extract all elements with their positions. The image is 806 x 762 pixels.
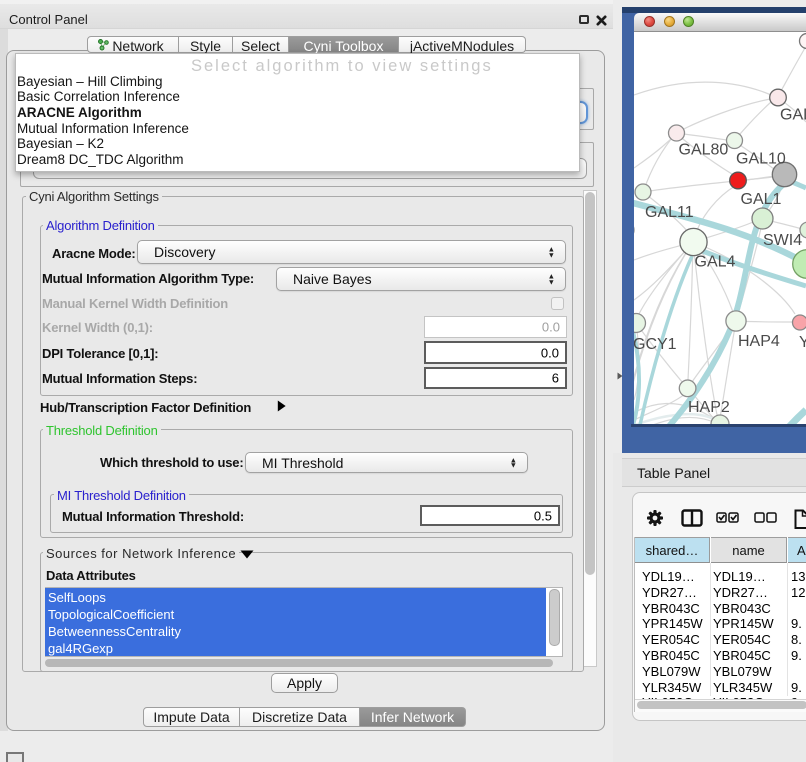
svg-text:GAL7: GAL7 (780, 107, 806, 124)
svg-text:HAP2: HAP2 (688, 399, 730, 416)
svg-text:SWI4: SWI4 (763, 232, 802, 249)
svg-text:GAL1: GAL1 (741, 191, 782, 208)
svg-text:GAL10: GAL10 (736, 151, 786, 168)
svg-text:GCY1: GCY1 (634, 336, 677, 353)
svg-text:Y: Y (799, 334, 806, 351)
svg-text:HAP4: HAP4 (738, 333, 780, 350)
svg-text:GAL4: GAL4 (695, 254, 736, 271)
svg-text:GAL80: GAL80 (679, 142, 729, 159)
svg-text:GAL11: GAL11 (645, 204, 694, 221)
